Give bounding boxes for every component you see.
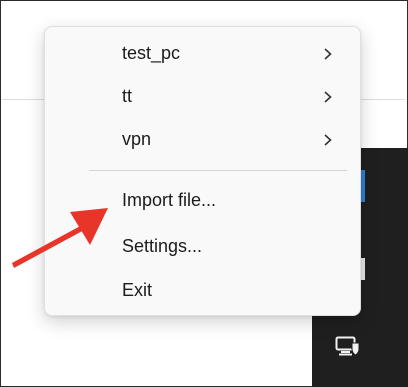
menu-item-test-pc[interactable]: test_pc: [49, 35, 356, 73]
menu-item-label: tt: [122, 86, 133, 106]
menu-item-import-file[interactable]: Import file...: [49, 182, 356, 220]
menu-item-label: vpn: [122, 129, 152, 149]
menu-separator: [89, 170, 347, 171]
menu-item-vpn[interactable]: vpn: [49, 121, 356, 159]
menu-item-settings[interactable]: Settings...: [49, 228, 356, 266]
background-window-edge-light: [361, 258, 365, 280]
chevron-right-icon: [324, 134, 332, 146]
background-window-edge: [361, 170, 365, 202]
tray-icon-button[interactable]: [326, 326, 370, 366]
menu-item-label: Exit: [122, 280, 153, 300]
chevron-right-icon: [324, 48, 332, 60]
menu-item-label: test_pc: [122, 43, 181, 63]
menu-item-tt[interactable]: tt: [49, 78, 356, 116]
context-menu: test_pc tt vpn Import file... Settings..…: [44, 26, 361, 316]
menu-item-label: Settings...: [122, 236, 203, 256]
network-shield-icon: [335, 336, 360, 356]
chevron-right-icon: [324, 91, 332, 103]
menu-item-label: Import file...: [122, 190, 217, 210]
menu-item-exit[interactable]: Exit: [49, 272, 356, 310]
